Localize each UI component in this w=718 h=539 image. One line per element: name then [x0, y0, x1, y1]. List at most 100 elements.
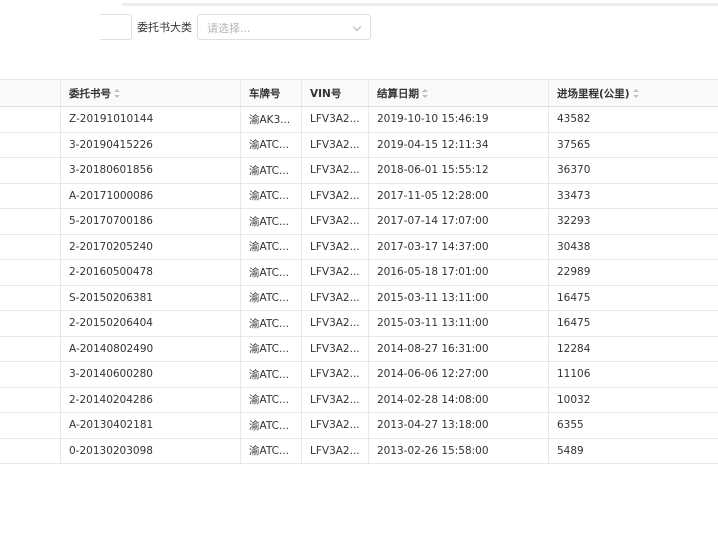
table-row[interactable]: A-20171000086 渝ATC... LFV3A2... 2017-11-05 … [0, 183, 718, 209]
select-cell [0, 158, 60, 183]
plate-cell: 渝ATC... [240, 336, 301, 361]
settle-date-cell: 2013-02-26 15:58:00 [368, 438, 548, 463]
plate-cell: 渝ATC... [240, 413, 301, 438]
order-no-cell: 2-20140204286 [60, 387, 240, 412]
settle-date-cell: 2013-04-27 13:18:00 [368, 413, 548, 438]
select-cell [0, 388, 60, 413]
select-cell [0, 107, 60, 132]
select-cell [0, 133, 60, 158]
vin-cell: LFV3A2... [301, 336, 368, 361]
order-no-cell: A-20171000086 [60, 183, 240, 208]
table-row[interactable]: 2-20160500478 渝ATC... LFV3A2... 2016-05-18 … [0, 260, 718, 286]
table-header: 委托书号 车牌号 VIN号 结算日期 进场里程(公里) [0, 80, 718, 107]
table-row[interactable]: A-20130402181 渝ATC... LFV3A2... 2013-04-27 … [0, 413, 718, 439]
mileage-cell: 12284 [548, 336, 718, 361]
vin-cell: LFV3A2... [301, 285, 368, 310]
vin-cell: LFV3A2... [301, 413, 368, 438]
vin-cell: LFV3A2... [301, 234, 368, 259]
select-cell [0, 311, 60, 336]
mileage-cell: 16475 [548, 311, 718, 336]
select-cell [0, 184, 60, 209]
table-row[interactable]: 2-20170205240 渝ATC... LFV3A2... 2017-03-17 … [0, 234, 718, 260]
chevron-down-icon [352, 22, 362, 32]
order-no-cell: S-20150206381 [60, 285, 240, 310]
table-row[interactable]: S-20150206381 渝ATC... LFV3A2... 2015-03-11 … [0, 285, 718, 311]
settle-date-cell: 2014-08-27 16:31:00 [368, 336, 548, 361]
order-no-cell: 3-20190415226 [60, 132, 240, 157]
column-header-order-no[interactable]: 委托书号 [60, 80, 240, 106]
table-row[interactable]: A-20140802490 渝ATC... LFV3A2... 2014-08-27 … [0, 336, 718, 362]
order-no-cell: 3-20180601856 [60, 158, 240, 183]
order-no-cell: 3-20140600280 [60, 362, 240, 387]
order-no-cell: A-20140802490 [60, 336, 240, 361]
vin-cell: LFV3A2... [301, 132, 368, 157]
vin-cell: LFV3A2... [301, 260, 368, 285]
mileage-cell: 36370 [548, 158, 718, 183]
vin-cell: LFV3A2... [301, 183, 368, 208]
vin-cell: LFV3A2... [301, 311, 368, 336]
table-row[interactable]: 3-20180601856 渝ATC... LFV3A2... 2018-06-01 … [0, 158, 718, 184]
table-row[interactable]: 3-20190415226 渝ATC... LFV3A2... 2019-04-15 … [0, 132, 718, 158]
settle-date-cell: 2016-05-18 17:01:00 [368, 260, 548, 285]
plate-cell: 渝ATC... [240, 285, 301, 310]
category-select-placeholder: 请选择... [207, 22, 251, 35]
plate-cell: 渝ATC... [240, 158, 301, 183]
mileage-cell: 32293 [548, 209, 718, 234]
settle-date-cell: 2015-03-11 13:11:00 [368, 285, 548, 310]
sort-icon[interactable] [422, 88, 428, 98]
records-table: 委托书号 车牌号 VIN号 结算日期 进场里程(公里) Z-2019101014… [0, 79, 718, 464]
select-cell [0, 235, 60, 260]
category-select[interactable]: 请选择... [197, 14, 371, 40]
top-divider [122, 3, 718, 6]
select-cell [0, 209, 60, 234]
mileage-cell: 11106 [548, 362, 718, 387]
mileage-cell: 5489 [548, 438, 718, 463]
mileage-cell: 37565 [548, 132, 718, 157]
mileage-cell: 43582 [548, 107, 718, 132]
settle-date-cell: 2017-11-05 12:28:00 [368, 183, 548, 208]
settle-date-cell: 2017-07-14 17:07:00 [368, 209, 548, 234]
column-header-settle-date[interactable]: 结算日期 [368, 80, 548, 106]
settle-date-cell: 2014-06-06 12:27:00 [368, 362, 548, 387]
order-no-cell: Z-20191010144 [60, 107, 240, 132]
select-cell [0, 413, 60, 438]
vin-cell: LFV3A2... [301, 209, 368, 234]
order-no-cell: 0-20130203098 [60, 438, 240, 463]
table-row[interactable]: 2-20140204286 渝ATC... LFV3A2... 2014-02-28 … [0, 387, 718, 413]
select-cell [0, 362, 60, 387]
select-cell [0, 286, 60, 311]
column-header-plate: 车牌号 [240, 80, 301, 106]
settle-date-cell: 2019-04-15 12:11:34 [368, 132, 548, 157]
order-no-cell: 5-20170700186 [60, 209, 240, 234]
plate-cell: 渝ATC... [240, 311, 301, 336]
settle-date-cell: 2018-06-01 15:55:12 [368, 158, 548, 183]
sort-icon[interactable] [114, 88, 120, 98]
plate-cell: 渝ATC... [240, 132, 301, 157]
select-cell [0, 260, 60, 285]
vin-cell: LFV3A2... [301, 362, 368, 387]
mileage-cell: 33473 [548, 183, 718, 208]
mileage-cell: 10032 [548, 387, 718, 412]
column-header-vin: VIN号 [301, 80, 368, 106]
page: 委托书大类 请选择... 委托书号 车牌号 VIN号 结算日期 进场里程(公里)… [0, 0, 718, 539]
settle-date-cell: 2019-10-10 15:46:19 [368, 107, 548, 132]
plate-cell: 渝ATC... [240, 260, 301, 285]
settle-date-cell: 2015-03-11 13:11:00 [368, 311, 548, 336]
plate-cell: 渝ATC... [240, 183, 301, 208]
plate-cell: 渝AK3... [240, 107, 301, 132]
table-row[interactable]: 5-20170700186 渝ATC... LFV3A2... 2017-07-14 … [0, 209, 718, 235]
mileage-cell: 16475 [548, 285, 718, 310]
order-no-cell: A-20130402181 [60, 413, 240, 438]
table-row[interactable]: 3-20140600280 渝ATC... LFV3A2... 2014-06-06 … [0, 362, 718, 388]
previous-filter-input[interactable] [100, 14, 132, 40]
vin-cell: LFV3A2... [301, 158, 368, 183]
sort-icon[interactable] [632, 88, 639, 98]
plate-cell: 渝ATC... [240, 209, 301, 234]
table-row[interactable]: 2-20150206404 渝ATC... LFV3A2... 2015-03-11 … [0, 311, 718, 337]
table-row[interactable]: Z-20191010144 渝AK3... LFV3A2... 2019-10-10 … [0, 107, 718, 133]
column-header-select [0, 80, 60, 106]
vin-cell: LFV3A2... [301, 387, 368, 412]
settle-date-cell: 2014-02-28 14:08:00 [368, 387, 548, 412]
column-header-mileage[interactable]: 进场里程(公里) [548, 80, 718, 106]
table-row[interactable]: 0-20130203098 渝ATC... LFV3A2... 2013-02-26 … [0, 438, 718, 464]
